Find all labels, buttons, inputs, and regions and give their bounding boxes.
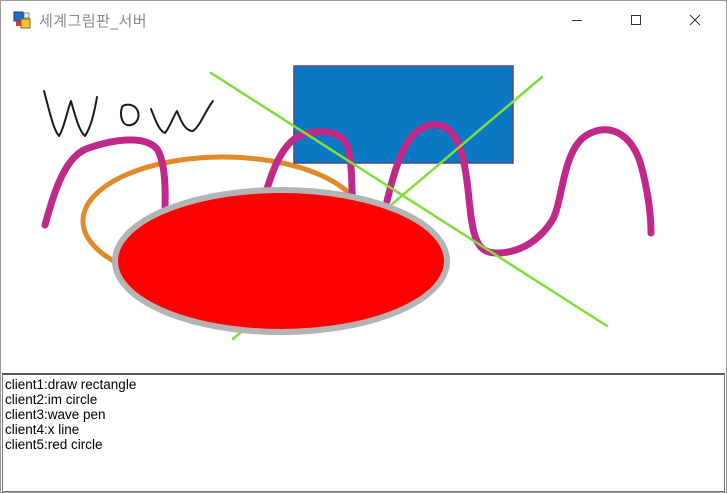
log-lines: client1:draw rectangle client2:im circle… <box>3 375 724 452</box>
app-icon[interactable] <box>13 11 31 29</box>
minimize-button[interactable] <box>548 1 606 39</box>
drawing-surface[interactable] <box>1 39 726 369</box>
title-bar[interactable]: 세계그림판_서버 <box>1 1 726 39</box>
minimize-icon <box>572 20 582 21</box>
red-circle <box>112 187 450 335</box>
maximize-icon <box>631 15 641 25</box>
main-window: 세계그림판_서버 client1:draw rectangle client2:… <box>0 0 727 493</box>
maximize-button[interactable] <box>607 1 665 39</box>
log-line: client3:wave pen <box>5 407 106 422</box>
handwriting-wow <box>43 90 214 137</box>
log-line: client5:red circle <box>5 437 103 452</box>
close-icon <box>689 14 701 26</box>
log-line: client4:x line <box>5 422 80 437</box>
log-line: client2:im circle <box>5 392 98 407</box>
log-line: client1:draw rectangle <box>5 377 137 392</box>
drawing-canvas[interactable] <box>1 39 726 369</box>
window-title: 세계그림판_서버 <box>39 12 148 30</box>
close-button[interactable] <box>666 1 724 39</box>
log-textbox[interactable]: client1:draw rectangle client2:im circle… <box>2 373 725 492</box>
